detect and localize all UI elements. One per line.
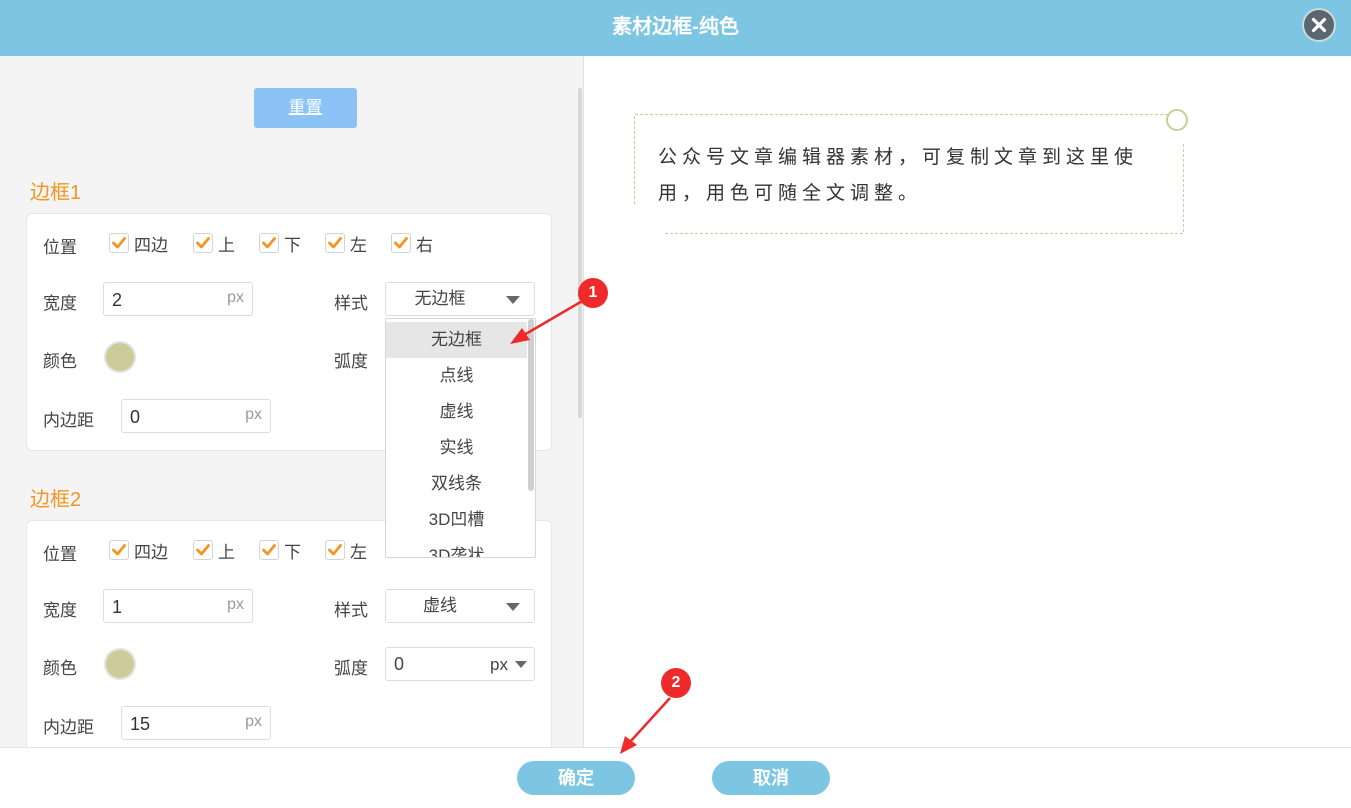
annotation-badge-1: 1 (578, 278, 608, 308)
annotation-badge-2: 2 (661, 668, 691, 698)
